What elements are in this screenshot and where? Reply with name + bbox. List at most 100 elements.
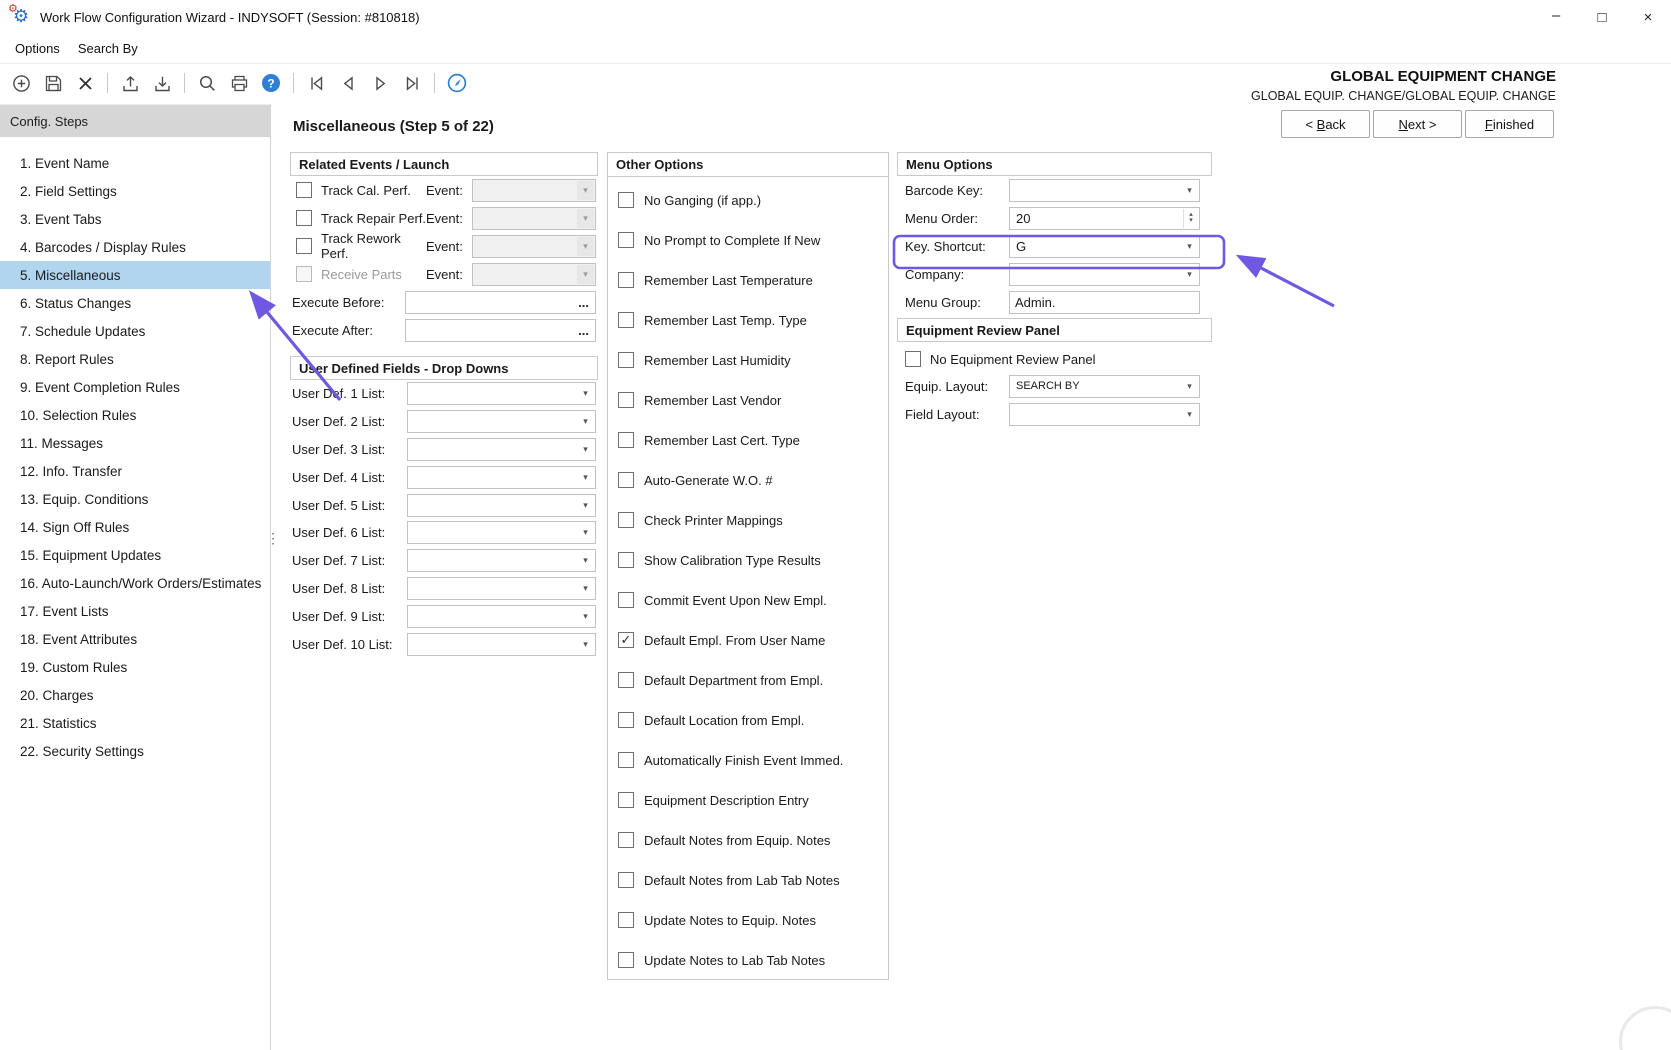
option-checkbox[interactable]	[618, 792, 634, 808]
menu-search-by[interactable]: Search By	[69, 37, 147, 60]
finished-button[interactable]: Finished	[1465, 110, 1554, 138]
equip-layout-select[interactable]: SEARCH BY▾	[1009, 375, 1200, 398]
sidebar-item-security-settings[interactable]: 22. Security Settings	[0, 737, 270, 765]
option-checkbox[interactable]	[618, 512, 634, 528]
option-checkbox[interactable]	[618, 952, 634, 968]
key-shortcut-row: Key. Shortcut: G▾	[897, 232, 1212, 260]
option-checkbox[interactable]	[618, 272, 634, 288]
sidebar-item-event-attributes[interactable]: 18. Event Attributes	[0, 625, 270, 653]
track-cal-perf-event-select[interactable]: ▾	[472, 179, 596, 202]
sidebar-item-custom-rules[interactable]: 19. Custom Rules	[0, 653, 270, 681]
sidebar-item-event-tabs[interactable]: 3. Event Tabs	[0, 205, 270, 233]
sidebar-item-barcodes-display-rules[interactable]: 4. Barcodes / Display Rules	[0, 233, 270, 261]
track-repair-perf-event-select[interactable]: ▾	[472, 207, 596, 230]
execute-before-input[interactable]: ...	[405, 291, 596, 314]
execute-after-input[interactable]: ...	[405, 319, 596, 342]
option-checkbox[interactable]	[618, 312, 634, 328]
option-checkbox[interactable]	[618, 352, 634, 368]
sidebar-item-report-rules[interactable]: 8. Report Rules	[0, 345, 270, 373]
related-events-header: Related Events / Launch	[290, 152, 598, 176]
option-checkbox[interactable]	[618, 912, 634, 928]
nav-next-icon[interactable]	[368, 71, 392, 95]
track-rework-perf-event-select[interactable]: ▾	[472, 235, 596, 258]
user-def-3-list-select[interactable]: ▾	[407, 438, 596, 461]
track-rework-perf-checkbox[interactable]	[296, 238, 312, 254]
user-def-5-list-select[interactable]: ▾	[407, 494, 596, 517]
splitter-handle[interactable]: ⋮	[266, 530, 278, 547]
sidebar-item-messages[interactable]: 11. Messages	[0, 429, 270, 457]
navigate-icon[interactable]	[445, 71, 469, 95]
menubar: Options Search By	[0, 34, 1671, 64]
receive-parts-event-select[interactable]: ▾	[472, 263, 596, 286]
sidebar-item-charges[interactable]: 20. Charges	[0, 681, 270, 709]
field-layout-select[interactable]: ▾	[1009, 403, 1200, 426]
spinner-down-icon[interactable]: ▾	[1189, 218, 1193, 224]
nav-previous-icon[interactable]	[336, 71, 360, 95]
sidebar-item-info-transfer[interactable]: 12. Info. Transfer	[0, 457, 270, 485]
sidebar-item-schedule-updates[interactable]: 7. Schedule Updates	[0, 317, 270, 345]
option-checkbox[interactable]	[618, 472, 634, 488]
option-checkbox[interactable]	[618, 552, 634, 568]
menu-order-input[interactable]: 20 ▴▾	[1009, 207, 1200, 230]
nav-last-icon[interactable]	[400, 71, 424, 95]
sidebar-item-auto-launch-work-orders-estimates[interactable]: 16. Auto-Launch/Work Orders/Estimates	[0, 569, 270, 597]
user-def-1-list-select[interactable]: ▾	[407, 382, 596, 405]
export-icon[interactable]	[118, 71, 142, 95]
user-def-10-list-select[interactable]: ▾	[407, 633, 596, 656]
option-checkbox[interactable]	[618, 592, 634, 608]
option-checkbox[interactable]	[618, 392, 634, 408]
sidebar-item-event-name[interactable]: 1. Event Name	[0, 149, 270, 177]
key-shortcut-select[interactable]: G▾	[1009, 235, 1200, 258]
sidebar-item-event-completion-rules[interactable]: 9. Event Completion Rules	[0, 373, 270, 401]
option-checkbox[interactable]	[618, 712, 634, 728]
user-def-6-list-select[interactable]: ▾	[407, 521, 596, 544]
sidebar-item-event-lists[interactable]: 17. Event Lists	[0, 597, 270, 625]
next-button[interactable]: Next >	[1373, 110, 1462, 138]
user-def-4-list-select[interactable]: ▾	[407, 466, 596, 489]
minimize-button[interactable]: –	[1533, 0, 1579, 34]
execute-before-browse-button[interactable]: ...	[576, 298, 591, 308]
option-checkbox[interactable]	[618, 832, 634, 848]
user-def-row: User Def. 6 List:▾	[290, 519, 598, 547]
option-checkbox[interactable]: ✓	[618, 632, 634, 648]
sidebar-item-miscellaneous[interactable]: 5. Miscellaneous	[0, 261, 270, 289]
option-checkbox[interactable]	[618, 192, 634, 208]
nav-first-icon[interactable]	[304, 71, 328, 95]
option-checkbox[interactable]	[618, 432, 634, 448]
sidebar-item-selection-rules[interactable]: 10. Selection Rules	[0, 401, 270, 429]
sidebar-item-equip-conditions[interactable]: 13. Equip. Conditions	[0, 485, 270, 513]
option-checkbox[interactable]	[618, 232, 634, 248]
sidebar-item-field-settings[interactable]: 2. Field Settings	[0, 177, 270, 205]
no-equipment-review-checkbox[interactable]	[905, 351, 921, 367]
user-def-2-list-select[interactable]: ▾	[407, 410, 596, 433]
menu-group-input[interactable]: Admin.	[1009, 291, 1200, 314]
barcode-key-select[interactable]: ▾	[1009, 179, 1200, 202]
user-def-8-list-select[interactable]: ▾	[407, 577, 596, 600]
option-checkbox[interactable]	[618, 872, 634, 888]
print-icon[interactable]	[227, 71, 251, 95]
user-def-9-list-select[interactable]: ▾	[407, 605, 596, 628]
option-checkbox[interactable]	[618, 752, 634, 768]
add-icon[interactable]	[9, 71, 33, 95]
import-icon[interactable]	[150, 71, 174, 95]
menu-options[interactable]: Options	[6, 37, 69, 60]
track-cal-perf-checkbox[interactable]	[296, 182, 312, 198]
back-button[interactable]: < Back	[1281, 110, 1370, 138]
help-icon[interactable]: ?	[259, 71, 283, 95]
close-button[interactable]: ×	[1625, 0, 1671, 34]
user-def-7-list-select[interactable]: ▾	[407, 549, 596, 572]
track-repair-perf-checkbox[interactable]	[296, 210, 312, 226]
sidebar-item-equipment-updates[interactable]: 15. Equipment Updates	[0, 541, 270, 569]
maximize-button[interactable]: □	[1579, 0, 1625, 34]
sidebar-item-sign-off-rules[interactable]: 14. Sign Off Rules	[0, 513, 270, 541]
sidebar-item-statistics[interactable]: 21. Statistics	[0, 709, 270, 737]
option-checkbox[interactable]	[618, 672, 634, 688]
execute-after-browse-button[interactable]: ...	[576, 326, 591, 336]
delete-icon[interactable]	[73, 71, 97, 95]
search-icon[interactable]	[195, 71, 219, 95]
company-select[interactable]: ▾	[1009, 263, 1200, 286]
checkbox-label: Receive Parts	[321, 267, 426, 282]
dropdown-arrow-icon: ▾	[577, 181, 594, 200]
save-icon[interactable]	[41, 71, 65, 95]
sidebar-item-status-changes[interactable]: 6. Status Changes	[0, 289, 270, 317]
